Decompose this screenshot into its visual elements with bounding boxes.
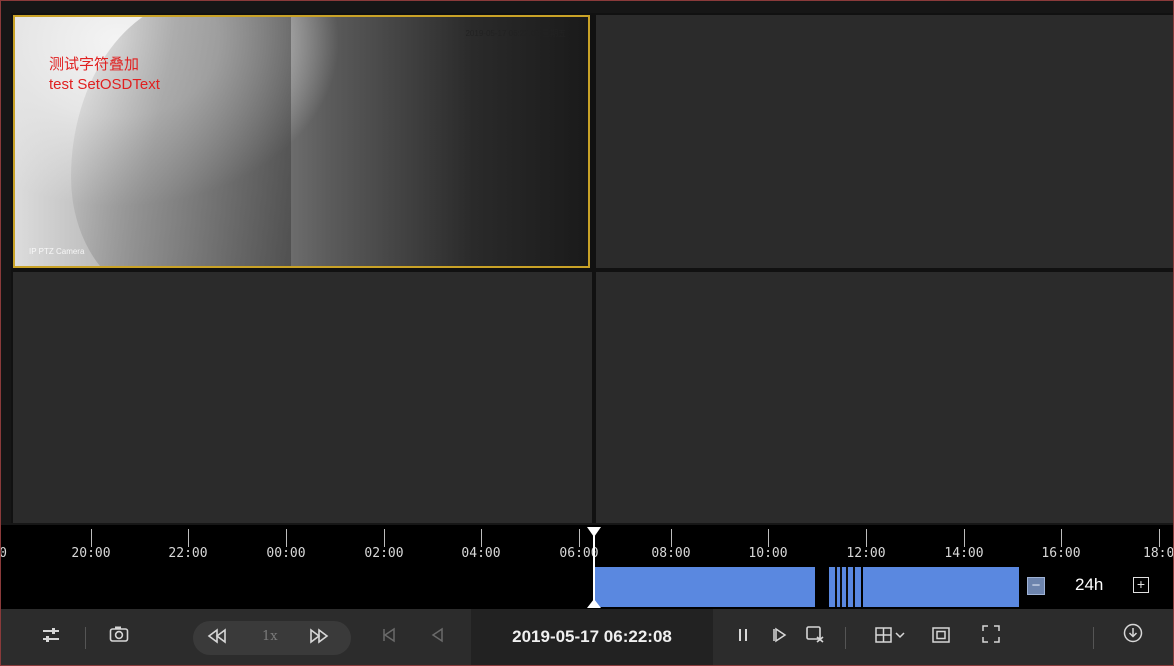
rewind-icon[interactable] xyxy=(203,624,231,652)
timeline-label: 20:00 xyxy=(71,546,111,561)
reverse-play-icon[interactable] xyxy=(423,623,451,651)
current-time-display[interactable]: 2019-05-17 06:22:08 xyxy=(471,609,713,665)
toolbar-separator xyxy=(845,627,846,649)
toolbar-separator xyxy=(85,627,86,649)
osd-timestamp: 2019-05-17 06:22:08 星期五 xyxy=(465,29,566,38)
playhead[interactable] xyxy=(593,529,595,607)
minus-square-icon[interactable]: − xyxy=(1027,577,1045,595)
current-time: 2019-05-17 06:22:08 xyxy=(512,627,672,646)
video-pane-2[interactable] xyxy=(596,15,1173,268)
timeline-label: 00:00 xyxy=(266,546,306,561)
step-forward-icon[interactable] xyxy=(765,623,793,651)
speed-control: 1x xyxy=(193,621,351,655)
timeline-tick xyxy=(286,529,287,547)
recording-segment[interactable] xyxy=(593,567,815,607)
toolbar-separator xyxy=(1093,627,1094,649)
pause-icon[interactable] xyxy=(729,623,757,651)
video-pane-3[interactable] xyxy=(13,272,592,523)
recording-gap xyxy=(840,567,842,607)
recording-gap xyxy=(853,567,855,607)
timeline-tick xyxy=(1061,529,1062,547)
camera-name: IP PTZ Camera xyxy=(29,247,85,256)
video-pane-1[interactable]: 2019-05-17 06:22:08 星期五 测试字符叠加 test SetO… xyxy=(13,15,590,268)
timeline-label: 08:00 xyxy=(651,546,691,561)
timeline-label: 12:00 xyxy=(846,546,886,561)
timeline-label: 22:00 xyxy=(168,546,208,561)
recording-segment[interactable] xyxy=(863,567,1019,607)
timeline-label: 18:0 xyxy=(1143,546,1174,561)
sliders-icon[interactable] xyxy=(37,623,65,651)
fullscreen-icon[interactable] xyxy=(977,623,1005,651)
playhead-top-marker[interactable] xyxy=(587,527,601,537)
timeline-label: 16:00 xyxy=(1041,546,1081,561)
osd-line-1: 测试字符叠加 xyxy=(49,56,140,73)
timeline-tick xyxy=(579,529,580,547)
clip-icon[interactable] xyxy=(801,623,829,651)
timeline-zoom: − 24h + xyxy=(1019,571,1173,605)
timeline-tick xyxy=(188,529,189,547)
fast-forward-icon[interactable] xyxy=(305,624,333,652)
timeline-tick xyxy=(866,529,867,547)
step-back-icon[interactable] xyxy=(375,623,403,651)
layout-grid-icon[interactable] xyxy=(869,623,913,651)
window-icon[interactable] xyxy=(927,623,955,651)
timeline-label: 10:00 xyxy=(748,546,788,561)
osd-line-2: test SetOSDText xyxy=(49,76,160,93)
download-icon[interactable] xyxy=(1119,623,1147,651)
plus-square-icon[interactable]: + xyxy=(1133,577,1149,593)
timeline-tick xyxy=(91,529,92,547)
timeline-zoom-label: 24h xyxy=(1075,575,1104,594)
timeline-tick xyxy=(768,529,769,547)
playhead-bottom-marker[interactable] xyxy=(587,599,601,608)
timeline-label: 06:00 xyxy=(559,546,599,561)
timeline-label: 04:00 xyxy=(461,546,501,561)
timeline-tick xyxy=(481,529,482,547)
timeline-label-partial: 0 xyxy=(1,546,33,561)
recording-gap xyxy=(846,567,848,607)
camera-icon[interactable] xyxy=(105,623,133,651)
timeline[interactable]: 0 20:00 22:00 00:00 02:00 04:00 06:00 08… xyxy=(1,525,1174,609)
playback-toolbar: 1x 2019-05-17 06:22:08 xyxy=(1,609,1173,665)
video-pane-4[interactable] xyxy=(596,272,1173,523)
timeline-tick xyxy=(1159,529,1160,547)
timeline-tick xyxy=(671,529,672,547)
timeline-label: 14:00 xyxy=(944,546,984,561)
recording-gap xyxy=(835,567,837,607)
speed-label: 1x xyxy=(262,629,278,644)
playback-window: 2019-05-17 06:22:08 星期五 测试字符叠加 test SetO… xyxy=(0,0,1174,666)
timeline-label: 02:00 xyxy=(364,546,404,561)
recording-segment[interactable] xyxy=(829,567,861,607)
video-grid: 2019-05-17 06:22:08 星期五 测试字符叠加 test SetO… xyxy=(11,13,1173,523)
timeline-tick xyxy=(384,529,385,547)
timeline-tick xyxy=(964,529,965,547)
